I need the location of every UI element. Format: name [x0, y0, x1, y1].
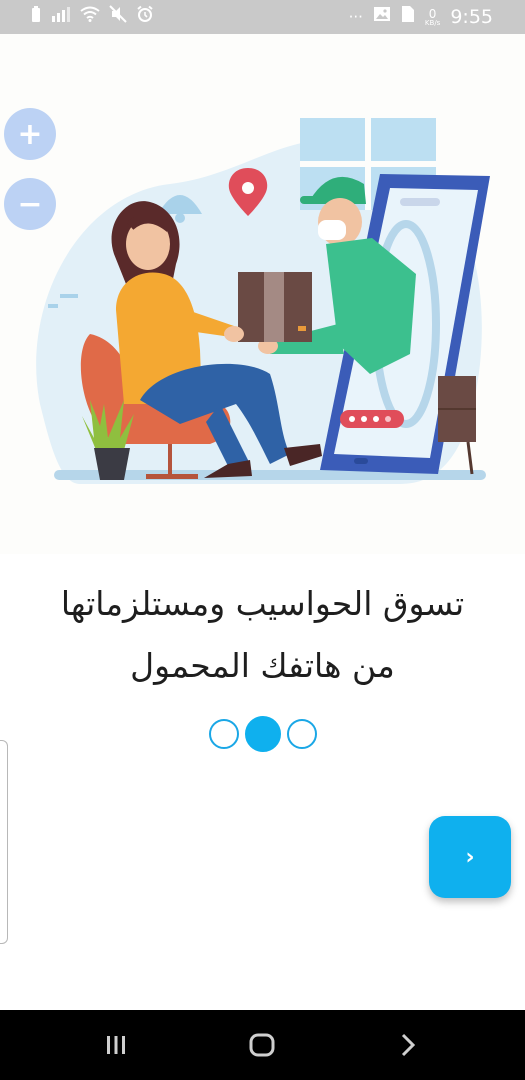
alarm-icon	[136, 5, 154, 29]
next-button[interactable]: ›	[429, 816, 511, 898]
network-speed-value: 0	[428, 6, 437, 21]
page-dot-1[interactable]	[208, 719, 239, 749]
illustration-area	[0, 34, 525, 554]
home-button[interactable]	[222, 1010, 302, 1080]
headline-line-2: من هاتفك المحمول	[130, 646, 395, 685]
navigation-bar	[0, 1010, 525, 1080]
home-icon	[249, 1033, 275, 1057]
wifi-icon	[80, 6, 100, 28]
page-indicator	[0, 716, 525, 752]
gallery-icon	[373, 6, 391, 28]
more-notifications-icon: ···	[348, 8, 363, 26]
side-drawer-handle[interactable]	[0, 740, 8, 944]
clock: 9:55	[450, 6, 493, 28]
battery-saver-icon	[30, 5, 42, 29]
status-icons-right: ··· 0 KB/s 9:55	[349, 6, 493, 28]
zoom-in-button[interactable]: +	[4, 108, 56, 160]
status-icons-left	[30, 5, 154, 29]
back-button[interactable]	[368, 1010, 448, 1080]
zoom-out-button[interactable]: −	[4, 178, 56, 230]
recents-icon	[107, 1036, 125, 1054]
onboarding-screen: + − تسوق الحواسيب ومستلزماتها من هاتفك ا…	[0, 34, 525, 1010]
signal-icon	[51, 6, 71, 28]
page-dot-2[interactable]	[244, 716, 281, 752]
network-speed: 0 KB/s	[425, 8, 440, 27]
delivery-illustration	[36, 118, 490, 484]
network-speed-unit: KB/s	[424, 18, 441, 27]
status-bar: ··· 0 KB/s 9:55	[0, 0, 525, 34]
recents-button[interactable]	[76, 1010, 156, 1080]
chevron-right-icon: ›	[465, 844, 475, 870]
sim-icon	[401, 5, 415, 29]
headline-line-1: تسوق الحواسيب ومستلزماتها	[60, 584, 465, 623]
mute-icon	[109, 5, 127, 29]
back-icon	[401, 1033, 416, 1057]
page-dot-3[interactable]	[286, 719, 317, 749]
